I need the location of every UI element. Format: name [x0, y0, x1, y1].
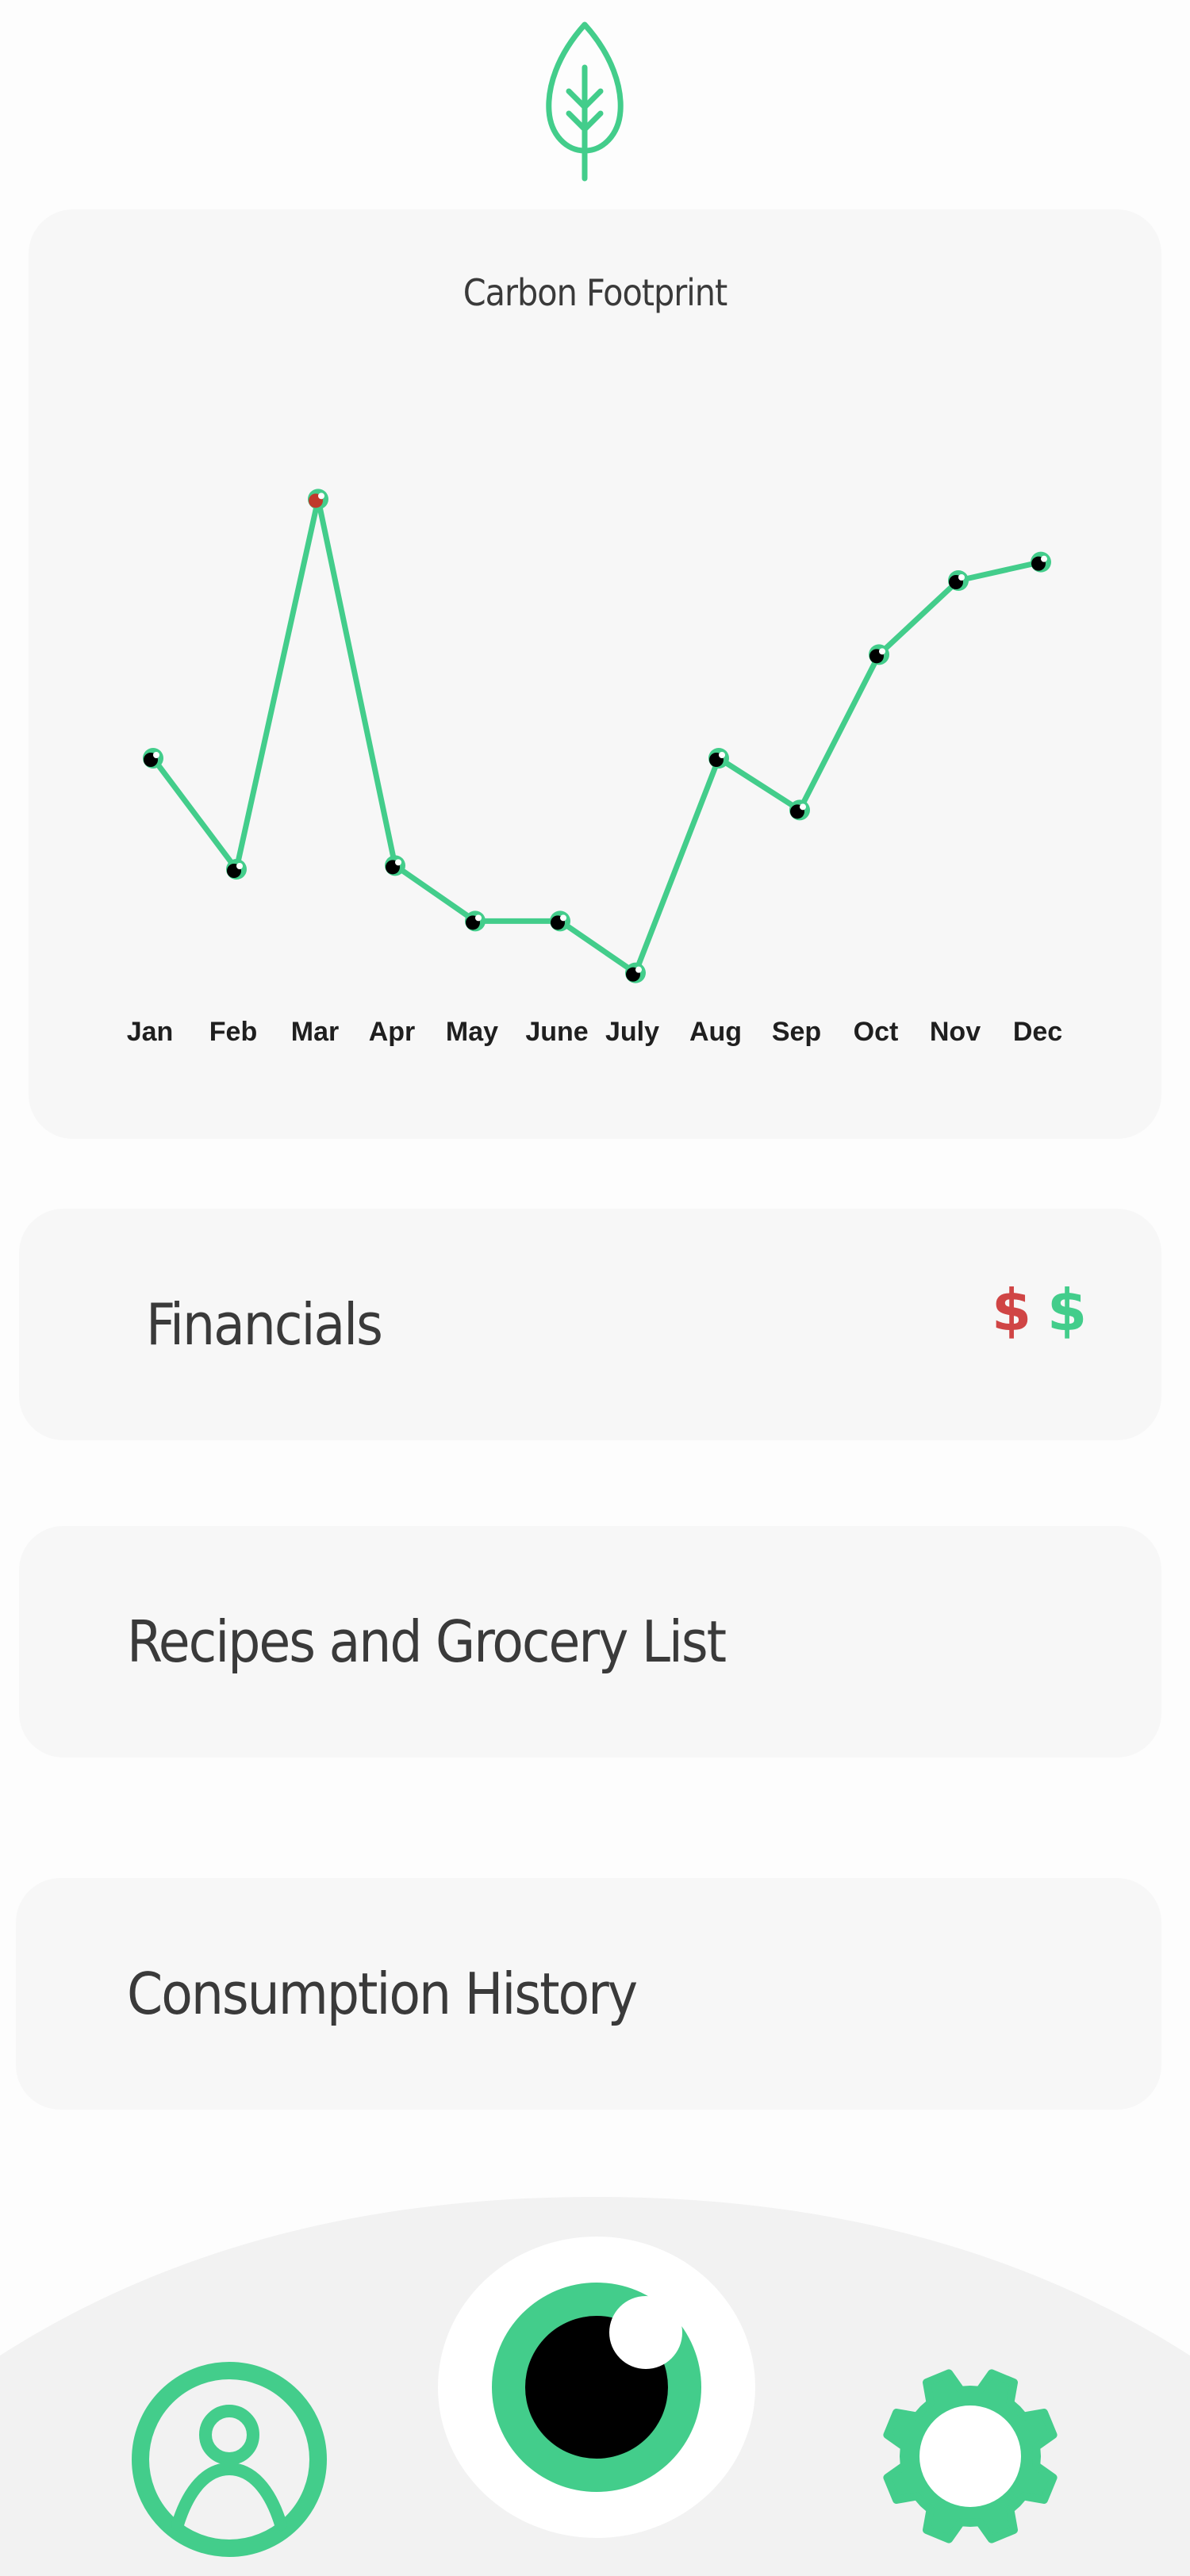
financials-button[interactable]: Financials $ $ [19, 1209, 1161, 1440]
dollar-down-icon: $ [992, 1277, 1032, 1344]
chart-point-nov[interactable] [948, 570, 969, 591]
eye-icon[interactable] [438, 2237, 755, 2538]
x-tick-label: Sep [772, 1017, 821, 1047]
x-tick-label: Mar [291, 1017, 339, 1047]
x-tick-label: June [525, 1017, 588, 1047]
chart-point-sep[interactable] [789, 799, 810, 821]
x-tick-label: Oct [854, 1017, 899, 1047]
x-tick-label: Dec [1013, 1017, 1062, 1047]
leaf-icon [541, 20, 628, 182]
chart-series-line [151, 496, 1042, 976]
chart-point-july[interactable] [625, 962, 646, 983]
dollar-up-icon: $ [1047, 1277, 1088, 1344]
bottom-dock [0, 2197, 1190, 2576]
x-tick-label: Feb [209, 1017, 257, 1047]
chart-point-mar[interactable] [308, 489, 328, 510]
chart-point-oct[interactable] [869, 644, 889, 665]
x-tick-label: Nov [930, 1017, 981, 1047]
x-tick-label: May [446, 1017, 498, 1047]
chart-point-feb[interactable] [226, 859, 247, 880]
chart-point-june[interactable] [550, 910, 570, 932]
carbon-footprint-card[interactable]: Carbon Footprint Jan Feb Mar Apr May June July… [29, 209, 1161, 1139]
chart-point-dec[interactable] [1031, 551, 1051, 573]
chart-point-jan[interactable] [143, 748, 163, 769]
chart-point-aug[interactable] [708, 748, 729, 769]
x-tick-label: Aug [689, 1017, 742, 1047]
settings-gear-icon[interactable] [882, 2368, 1058, 2544]
financials-label: Financials [146, 1291, 383, 1358]
chart-point-apr[interactable] [385, 855, 405, 876]
consumption-label: Consumption History [127, 1961, 638, 2027]
profile-icon[interactable] [132, 2362, 327, 2557]
recipes-grocery-button[interactable]: Recipes and Grocery List [19, 1526, 1161, 1758]
x-tick-label: Jan [127, 1017, 174, 1047]
carbon-footprint-chart: Jan Feb Mar Apr May June July Aug Sep Oct Nov Dec [127, 489, 1062, 1047]
x-tick-label: July [605, 1017, 659, 1047]
recipes-label: Recipes and Grocery List [127, 1608, 727, 1675]
consumption-history-button[interactable]: Consumption History [16, 1878, 1161, 2110]
chart-point-may[interactable] [465, 910, 486, 932]
x-tick-label: Apr [369, 1017, 416, 1047]
